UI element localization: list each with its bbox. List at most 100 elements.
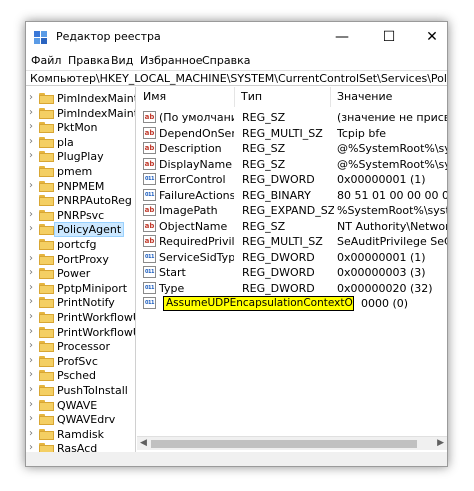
horizontal-scrollbar[interactable]: ◀ ▶ bbox=[137, 436, 447, 450]
tree-item-label: ProfSvc bbox=[57, 354, 98, 368]
tree-item[interactable]: › PrintWorkflowUse bbox=[26, 325, 135, 341]
column-header-type[interactable]: Тип bbox=[235, 87, 331, 107]
chevron-right-icon[interactable]: › bbox=[29, 369, 33, 380]
folder-icon bbox=[39, 282, 54, 294]
value-data: 0x00000020 (32) bbox=[337, 281, 433, 295]
scroll-left-icon[interactable]: ◀ bbox=[140, 438, 147, 448]
value-row[interactable]: 011 Start REG_DWORD 0x00000003 (3) bbox=[137, 265, 447, 281]
menu-help[interactable]: Справка bbox=[202, 54, 250, 67]
chevron-right-icon[interactable]: › bbox=[29, 136, 33, 147]
column-header-data[interactable]: Значение bbox=[331, 87, 447, 107]
tree-item[interactable]: › QWAVE bbox=[26, 398, 135, 414]
value-row[interactable]: ab(По умолчанию) REG_SZ (значение не присв… bbox=[137, 110, 447, 126]
tree-item[interactable]: › Power bbox=[26, 266, 135, 282]
tree-item[interactable]: › Processor bbox=[26, 339, 135, 355]
registry-editor-window: Редактор реестра — ☐ ✕ Файл Правка Вид И… bbox=[25, 21, 448, 467]
key-tree-pane[interactable]: ›PimIndexMainten›PimIndexMainten›PktMon›… bbox=[26, 87, 136, 454]
chevron-right-icon[interactable]: › bbox=[29, 355, 33, 366]
value-data: 0x00000001 (1) bbox=[337, 250, 426, 264]
menu-file[interactable]: Файл bbox=[31, 54, 61, 67]
chevron-right-icon[interactable]: › bbox=[29, 121, 33, 132]
tree-item[interactable]: › PNPMEM bbox=[26, 179, 135, 195]
address-bar[interactable]: Компьютер\HKEY_LOCAL_MACHINE\SYSTEM\Curr… bbox=[26, 70, 447, 86]
chevron-right-icon[interactable]: › bbox=[29, 150, 33, 161]
value-name: ImagePath bbox=[159, 204, 218, 217]
window-title: Редактор реестра bbox=[56, 30, 161, 43]
value-row[interactable]: 011 ServiceSidType REG_DWORD 0x00000001 (1) bbox=[137, 250, 447, 266]
folder-icon bbox=[39, 209, 54, 221]
chevron-right-icon[interactable]: › bbox=[29, 296, 33, 307]
binary-value-icon: 011 bbox=[143, 188, 156, 201]
chevron-right-icon[interactable]: › bbox=[29, 340, 33, 351]
minimize-button[interactable]: — bbox=[322, 22, 362, 52]
chevron-right-icon[interactable]: › bbox=[29, 223, 33, 234]
tree-item[interactable]: › pla bbox=[26, 135, 135, 151]
menu-view[interactable]: Вид bbox=[111, 54, 133, 67]
scroll-right-icon[interactable]: ▶ bbox=[437, 438, 444, 448]
chevron-right-icon[interactable]: › bbox=[29, 209, 33, 220]
chevron-right-icon[interactable]: › bbox=[29, 267, 33, 278]
value-row[interactable]: 011 ErrorControl REG_DWORD 0x00000001 (1) bbox=[137, 172, 447, 188]
tree-item[interactable]: › PNRPsvc bbox=[26, 208, 135, 224]
value-row-renaming[interactable]: 011 0000 (0) AssumeUDPEncapsulationContext… bbox=[137, 296, 447, 312]
value-row[interactable]: abDependOnService REG_MULTI_SZ Tcpip bfe bbox=[137, 126, 447, 142]
chevron-right-icon[interactable]: › bbox=[29, 180, 33, 191]
tree-item[interactable]: › PortProxy bbox=[26, 252, 135, 268]
tree-item[interactable]: › PolicyAgent bbox=[26, 222, 135, 238]
value-row[interactable]: ab Description REG_SZ @%SystemRoot%\sys bbox=[137, 141, 447, 157]
chevron-right-icon[interactable]: › bbox=[29, 428, 33, 439]
tree-item-label: pla bbox=[57, 135, 74, 149]
close-button[interactable]: ✕ bbox=[412, 22, 452, 52]
chevron-right-icon[interactable]: › bbox=[29, 92, 33, 103]
string-value-icon: ab bbox=[143, 157, 156, 170]
string-value-icon: ab bbox=[143, 126, 156, 139]
tree-item[interactable]: › PushToInstall bbox=[26, 383, 135, 399]
chevron-right-icon[interactable]: › bbox=[29, 282, 33, 293]
chevron-right-icon[interactable]: › bbox=[29, 253, 33, 264]
values-list-pane[interactable]: Имя Тип Значение ab(По умолчанию)REG_SZ(… bbox=[137, 87, 447, 454]
value-row[interactable]: abRequiredPrivileg... REG_MULTI_SZ SeAudit… bbox=[137, 234, 447, 250]
value-type: REG_SZ bbox=[242, 111, 286, 124]
value-type: REG_DWORD bbox=[242, 266, 315, 279]
value-name: ObjectName bbox=[159, 219, 228, 233]
rename-value-input[interactable]: AssumeUDPEncapsulationContextOnSendRule bbox=[163, 296, 354, 311]
chevron-right-icon[interactable]: › bbox=[29, 311, 33, 322]
tree-item[interactable]: › Ramdisk bbox=[26, 427, 135, 443]
tree-item[interactable]: PNRPAutoReg bbox=[26, 193, 135, 209]
value-name: ServiceSidType bbox=[159, 250, 234, 264]
chevron-right-icon[interactable]: › bbox=[29, 413, 33, 424]
tree-item-label: PrintNotify bbox=[57, 296, 115, 310]
value-row[interactable]: ab ObjectName REG_SZ NT Authority\Network bbox=[137, 219, 447, 235]
value-type: REG_SZ bbox=[242, 219, 286, 233]
folder-icon bbox=[39, 107, 54, 119]
value-row[interactable]: ab DisplayName REG_SZ @%SystemRoot%\sys bbox=[137, 157, 447, 173]
tree-item[interactable]: › PimIndexMainten bbox=[26, 91, 135, 107]
tree-item[interactable]: › QWAVEdrv bbox=[26, 412, 135, 428]
tree-item[interactable]: pmem bbox=[26, 164, 135, 180]
tree-item[interactable]: › PimIndexMainten bbox=[26, 106, 135, 122]
value-row[interactable]: ab ImagePath REG_EXPAND_SZ %SystemRoot%\sys… bbox=[137, 203, 447, 219]
menu-bar: Файл Правка Вид Избранное Справка bbox=[26, 52, 447, 70]
value-row[interactable]: 011 Type REG_DWORD 0x00000020 (32) bbox=[137, 281, 447, 297]
value-type: REG_SZ bbox=[242, 157, 286, 171]
scrollbar-thumb[interactable] bbox=[151, 440, 417, 448]
chevron-right-icon[interactable]: › bbox=[29, 326, 33, 337]
tree-item[interactable]: › PlugPlay bbox=[26, 149, 135, 165]
tree-item[interactable]: › PrintNotify bbox=[26, 295, 135, 311]
tree-item[interactable]: › PrintWorkflowUse bbox=[26, 310, 135, 326]
value-row[interactable]: 011 FailureActions REG_BINARY 80 51 01 00 0… bbox=[137, 188, 447, 204]
value-type: REG_EXPAND_SZ bbox=[242, 204, 334, 217]
menu-favorites[interactable]: Избранное bbox=[140, 54, 202, 67]
tree-item[interactable]: › PptpMiniport bbox=[26, 281, 135, 297]
chevron-right-icon[interactable]: › bbox=[29, 107, 33, 118]
chevron-right-icon[interactable]: › bbox=[29, 399, 33, 410]
maximize-button[interactable]: ☐ bbox=[369, 22, 409, 52]
tree-item[interactable]: › Psched bbox=[26, 368, 135, 384]
menu-edit[interactable]: Правка bbox=[68, 54, 110, 67]
binary-value-icon: 011 bbox=[143, 297, 156, 309]
tree-item[interactable]: › PktMon bbox=[26, 120, 135, 136]
column-header-name[interactable]: Имя bbox=[137, 87, 235, 107]
tree-item[interactable]: portcfg bbox=[26, 237, 135, 253]
tree-item[interactable]: › ProfSvc bbox=[26, 354, 135, 370]
chevron-right-icon[interactable]: › bbox=[29, 384, 33, 395]
